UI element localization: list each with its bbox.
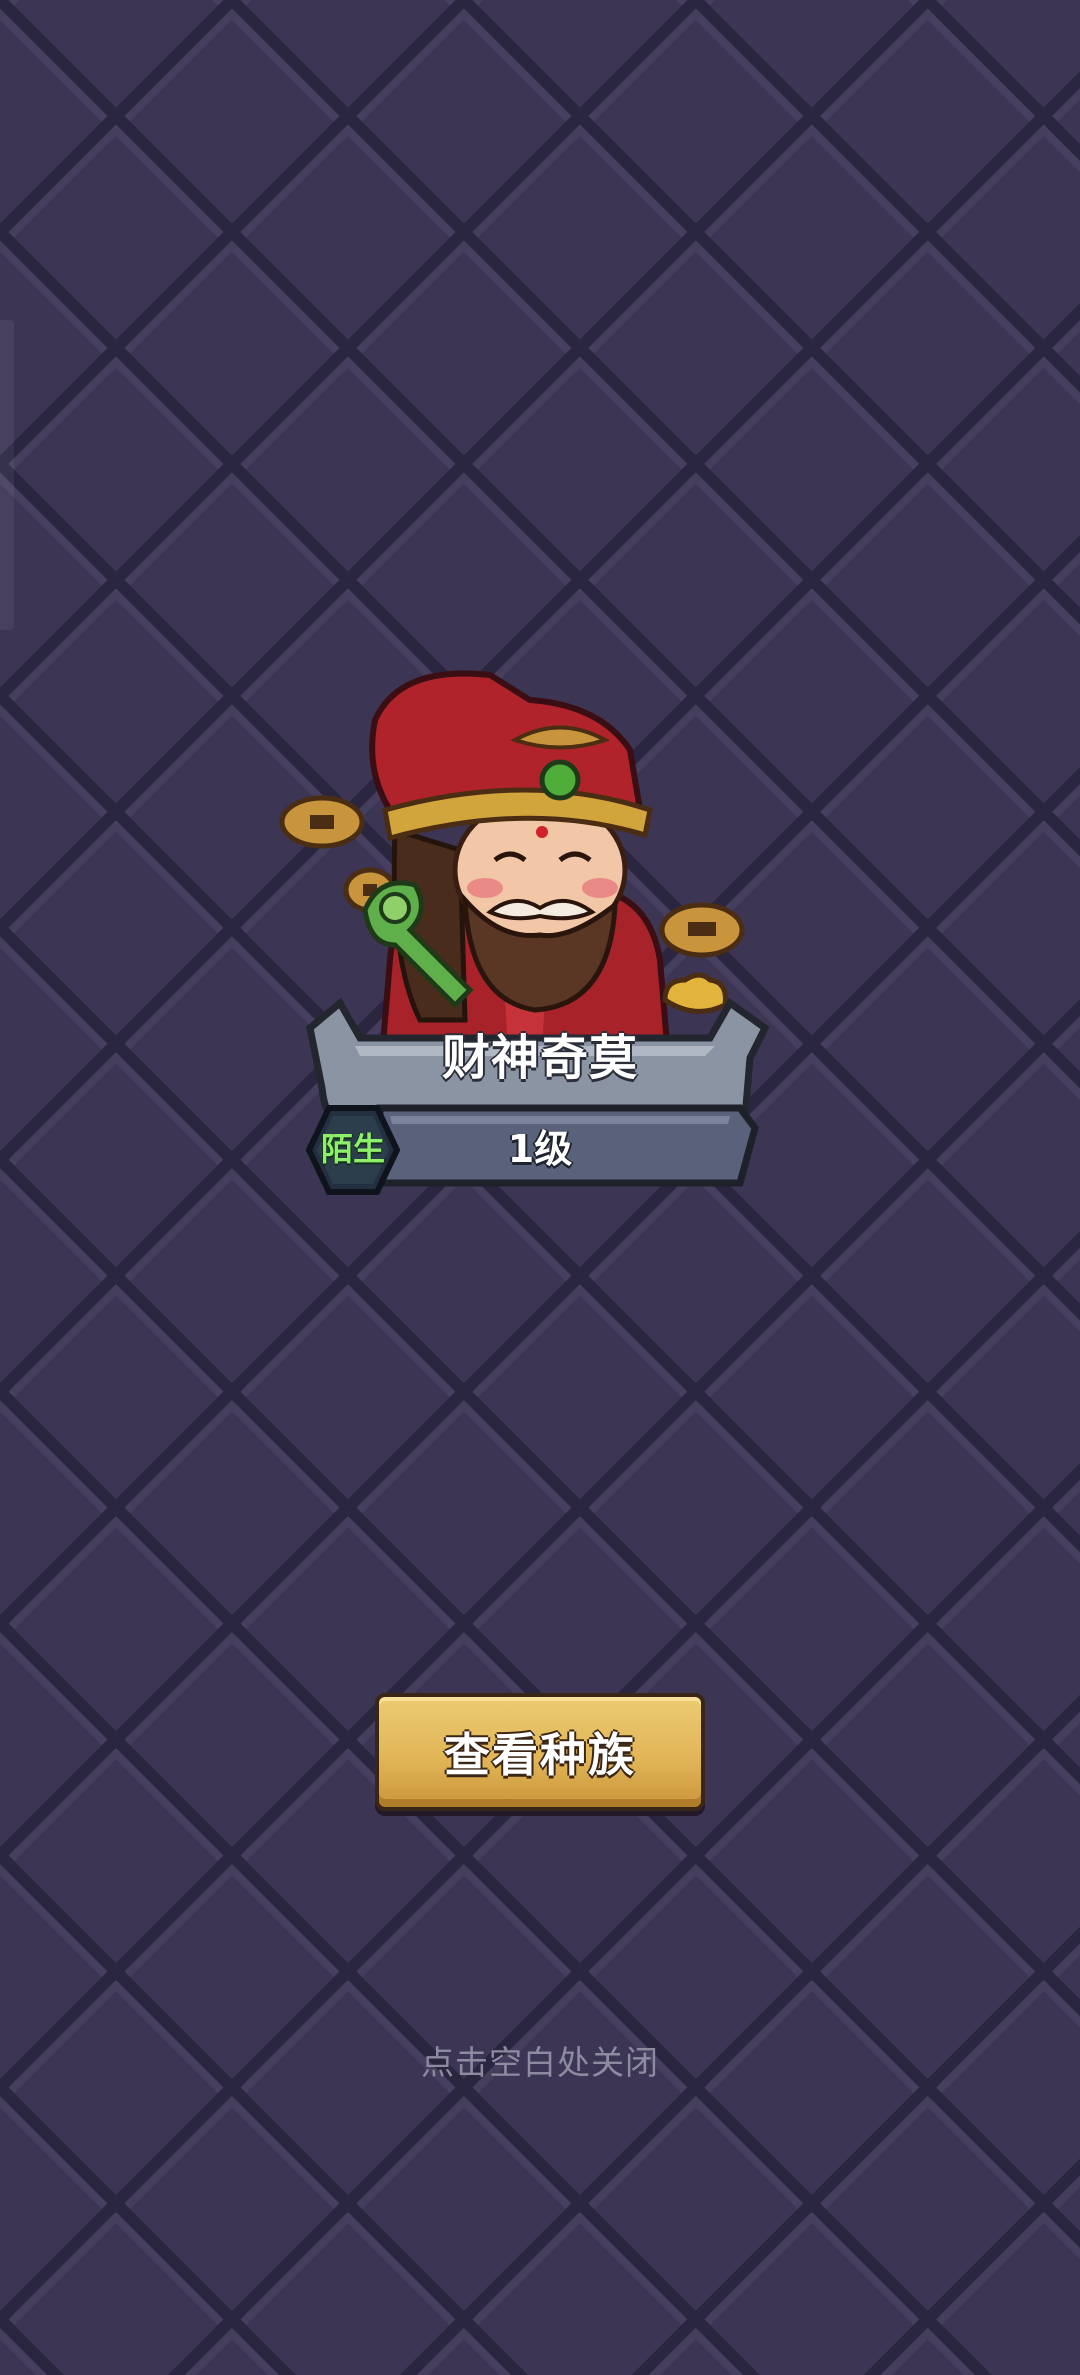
side-edge-handle [0,320,14,630]
tap-blank-to-close-hint: 点击空白处关闭 [421,2043,659,2082]
character-name: 财神奇莫 [441,1030,638,1086]
coin-left-icon [279,795,365,849]
view-race-button[interactable]: 查看种族 [375,1693,705,1811]
view-race-button-label: 查看种族 [444,1728,636,1782]
coin-right-icon [659,902,745,958]
tap-to-close-overlay[interactable]: 财神奇莫 1级 陌生 查看种族 点击空白处关闭 [0,0,1080,2375]
character-level: 1级 [507,1127,573,1171]
relation-status-badge: 陌生 [320,1130,385,1168]
